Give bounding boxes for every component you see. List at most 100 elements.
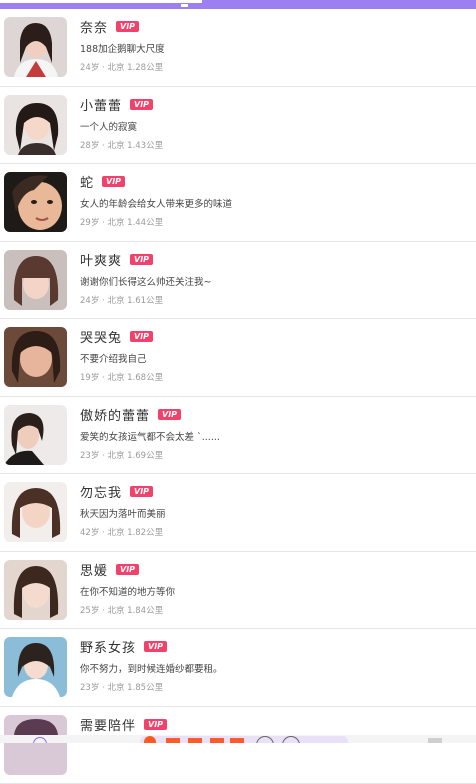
profile-icon[interactable] <box>428 738 442 743</box>
user-name: 蛇 <box>80 172 94 191</box>
tab-chip[interactable] <box>230 738 244 743</box>
list-item[interactable]: 叶爽爽 VIP 谢谢你们长得这么帅还关注我~ 24岁 · 北京 1.61公里 <box>0 242 476 320</box>
user-meta: 23岁 · 北京 1.85公里 <box>80 681 163 693</box>
user-city: 北京 <box>107 141 124 151</box>
meta-separator: · <box>102 63 105 73</box>
meta-separator: · <box>102 373 105 383</box>
user-age: 25岁 <box>80 606 99 616</box>
list-item[interactable]: 小蕾蕾 VIP 一个人的寂寞 28岁 · 北京 1.43公里 <box>0 87 476 165</box>
list-item[interactable]: 思媛 VIP 在你不知道的地方等你 25岁 · 北京 1.84公里 <box>0 552 476 630</box>
user-city: 北京 <box>107 296 124 306</box>
vip-badge: VIP <box>102 176 125 187</box>
avatar[interactable] <box>4 95 67 155</box>
meta-separator: · <box>102 141 105 151</box>
list-item[interactable]: 勿忘我 VIP 秋天因为落叶而美丽 42岁 · 北京 1.82公里 <box>0 474 476 552</box>
user-signature: 秋天因为落叶而美丽 <box>80 506 166 520</box>
list-item[interactable]: 野系女孩 VIP 你不努力，到时候连婚纱都要租。 23岁 · 北京 1.85公里 <box>0 629 476 707</box>
tab-chip[interactable] <box>166 738 180 743</box>
tab-chip[interactable] <box>210 738 224 743</box>
avatar[interactable] <box>4 715 67 775</box>
user-meta: 24岁 · 北京 1.61公里 <box>80 294 163 306</box>
vip-badge: VIP <box>116 564 139 575</box>
bottom-navigation <box>0 735 476 743</box>
avatar[interactable] <box>4 405 67 465</box>
list-item[interactable]: 哭哭兔 VIP 不要介绍我自己 19岁 · 北京 1.68公里 <box>0 319 476 397</box>
user-meta: 23岁 · 北京 1.69公里 <box>80 449 163 461</box>
user-distance: 1.82公里 <box>127 528 163 538</box>
user-name: 小蕾蕾 <box>80 95 122 114</box>
user-distance: 1.69公里 <box>127 451 163 461</box>
user-signature: 爱笑的女孩运气都不会太差 `...... <box>80 429 220 443</box>
user-meta: 29岁 · 北京 1.44公里 <box>80 216 163 228</box>
user-meta: 28岁 · 北京 1.43公里 <box>80 139 163 151</box>
user-age: 24岁 <box>80 63 99 73</box>
user-name: 哭哭兔 <box>80 327 122 346</box>
user-age: 24岁 <box>80 296 99 306</box>
vip-badge: VIP <box>116 21 139 32</box>
user-name: 需要陪伴 <box>80 715 136 734</box>
meta-separator: · <box>102 451 105 461</box>
vip-badge: VIP <box>130 486 153 497</box>
avatar[interactable] <box>4 637 67 697</box>
user-city: 北京 <box>107 606 124 616</box>
meta-separator: · <box>102 528 105 538</box>
user-city: 北京 <box>107 683 124 693</box>
list-item[interactable]: 蛇 VIP 女人的年龄会给女人带来更多的味道 29岁 · 北京 1.44公里 <box>0 164 476 242</box>
user-meta: 42岁 · 北京 1.82公里 <box>80 526 163 538</box>
vip-badge: VIP <box>130 254 153 265</box>
user-signature: 不要介绍我自己 <box>80 351 147 365</box>
vip-badge: VIP <box>130 99 153 110</box>
user-age: 23岁 <box>80 683 99 693</box>
list-item[interactable]: 需要陪伴 VIP <box>0 707 476 784</box>
avatar[interactable] <box>4 327 67 387</box>
list-item[interactable]: 傲娇的蕾蕾 VIP 爱笑的女孩运气都不会太差 `...... 23岁 · 北京 … <box>0 397 476 475</box>
user-name: 勿忘我 <box>80 482 122 501</box>
user-name: 思媛 <box>80 560 108 579</box>
user-distance: 1.68公里 <box>127 373 163 383</box>
user-distance: 1.44公里 <box>127 218 163 228</box>
user-signature: 你不努力，到时候连婚纱都要租。 <box>80 661 223 675</box>
user-distance: 1.28公里 <box>127 63 163 73</box>
notification-badge <box>144 736 156 743</box>
avatar[interactable] <box>4 560 67 620</box>
user-city: 北京 <box>107 63 124 73</box>
top-status-bar <box>0 0 476 9</box>
user-city: 北京 <box>107 218 124 228</box>
user-signature: 在你不知道的地方等你 <box>80 584 175 598</box>
meta-separator: · <box>102 683 105 693</box>
user-distance: 1.61公里 <box>127 296 163 306</box>
user-age: 28岁 <box>80 141 99 151</box>
user-meta: 24岁 · 北京 1.28公里 <box>80 61 163 73</box>
vip-badge: VIP <box>130 331 153 342</box>
avatar[interactable] <box>4 482 67 542</box>
user-age: 29岁 <box>80 218 99 228</box>
user-name: 奈奈 <box>80 17 108 36</box>
meta-separator: · <box>102 606 105 616</box>
user-distance: 1.43公里 <box>127 141 163 151</box>
user-city: 北京 <box>107 451 124 461</box>
vip-badge: VIP <box>144 719 167 730</box>
user-signature: 女人的年龄会给女人带来更多的味道 <box>80 196 232 210</box>
user-city: 北京 <box>107 373 124 383</box>
user-signature: 188加企鹅聊大尺度 <box>80 41 165 55</box>
avatar[interactable] <box>4 17 67 77</box>
avatar[interactable] <box>4 250 67 310</box>
user-meta: 19岁 · 北京 1.68公里 <box>80 371 163 383</box>
vip-badge: VIP <box>144 641 167 652</box>
user-distance: 1.85公里 <box>127 683 163 693</box>
meta-separator: · <box>102 218 105 228</box>
list-item[interactable]: 奈奈 VIP 188加企鹅聊大尺度 24岁 · 北京 1.28公里 <box>0 9 476 87</box>
user-list: 奈奈 VIP 188加企鹅聊大尺度 24岁 · 北京 1.28公里 小蕾蕾 VI… <box>0 9 476 784</box>
user-signature: 一个人的寂寞 <box>80 119 137 133</box>
search-field[interactable] <box>0 0 202 3</box>
home-icon[interactable] <box>33 737 47 743</box>
avatar[interactable] <box>4 172 67 232</box>
user-name: 傲娇的蕾蕾 <box>80 405 150 424</box>
user-distance: 1.84公里 <box>127 606 163 616</box>
user-age: 19岁 <box>80 373 99 383</box>
user-name: 叶爽爽 <box>80 250 122 269</box>
user-age: 42岁 <box>80 528 99 538</box>
user-name: 野系女孩 <box>80 637 136 656</box>
text-cursor <box>181 4 188 7</box>
tab-chip[interactable] <box>188 738 202 743</box>
